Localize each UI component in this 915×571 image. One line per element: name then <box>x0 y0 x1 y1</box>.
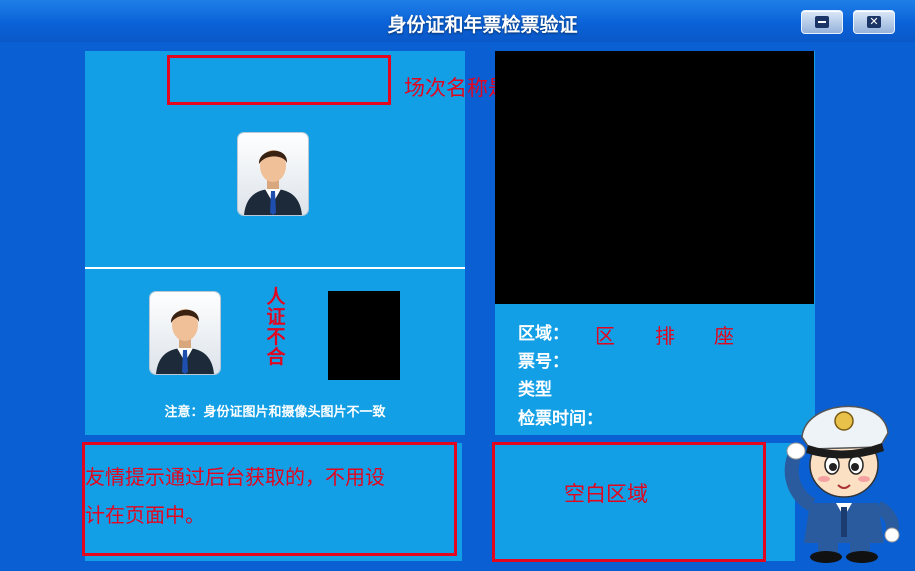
area-row: 排 <box>655 324 675 348</box>
check-time-label: 检票时间： <box>518 409 603 429</box>
person-icon <box>156 309 214 374</box>
title-bar: 身份证和年票检票验证 ✕ <box>0 0 915 42</box>
id-card-photo <box>238 133 308 215</box>
area-label: 区域： <box>518 324 569 344</box>
close-button[interactable]: ✕ <box>853 10 895 34</box>
person-icon <box>244 150 302 215</box>
tip-text: 友情提示通过后台获取的，不用设 计在页面中。 <box>85 465 385 527</box>
minimize-icon <box>815 16 829 28</box>
id-photo-small <box>150 292 220 374</box>
session-name-box <box>167 55 391 105</box>
verify-result: 人 证 不 合 <box>266 286 286 368</box>
area-zone: 区 <box>595 324 615 348</box>
ticket-number-label: 票号： <box>518 352 569 372</box>
warning-text: 注意：身份证图片和摄像头图片不一致 <box>164 405 386 420</box>
window-title: 身份证和年票检票验证 <box>387 14 578 36</box>
camera-feed <box>495 51 814 304</box>
camera-snapshot <box>328 291 400 380</box>
id-verification-panel <box>85 51 465 435</box>
close-icon: ✕ <box>867 16 881 28</box>
type-label: 类型 <box>518 380 552 400</box>
area-seat: 座 <box>714 324 734 348</box>
police-mascot-icon <box>784 405 900 563</box>
panel-divider <box>85 267 465 269</box>
minimize-button[interactable] <box>801 10 843 34</box>
blank-label: 空白区域 <box>564 482 648 506</box>
